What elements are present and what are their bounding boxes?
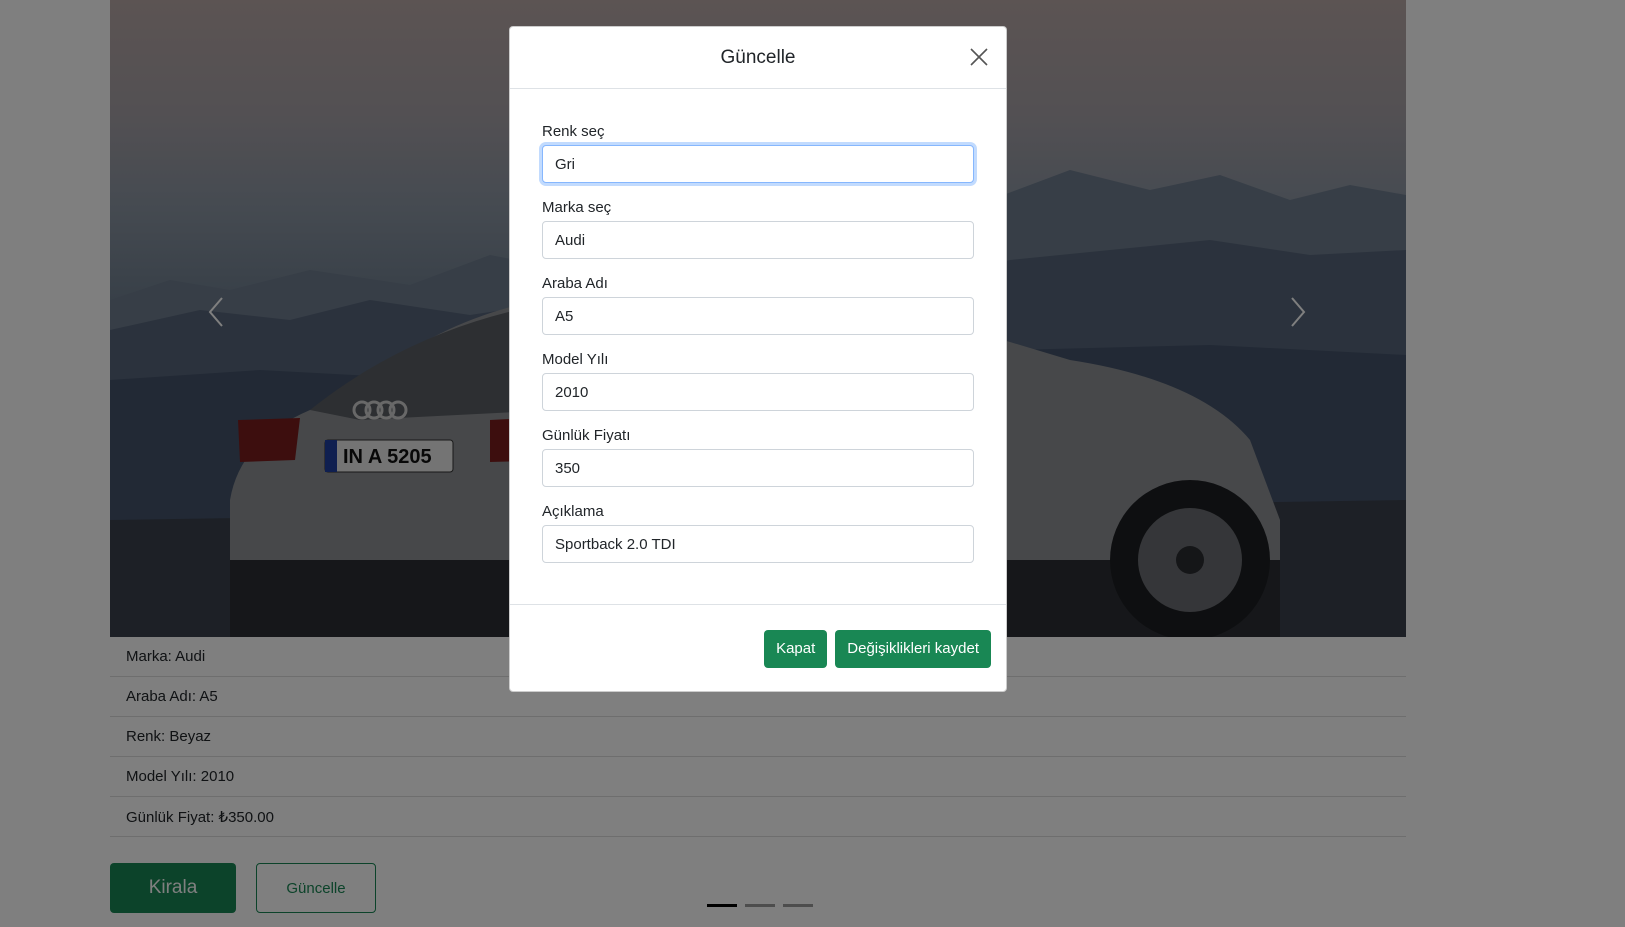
brand-label: Marka seç bbox=[542, 199, 612, 216]
description-input[interactable] bbox=[542, 525, 974, 563]
car-name-input[interactable] bbox=[542, 297, 974, 335]
brand-select[interactable] bbox=[542, 221, 974, 259]
color-label: Renk seç bbox=[542, 123, 605, 140]
modal-footer: Kapat Değişiklikleri kaydet bbox=[510, 604, 1006, 692]
close-icon bbox=[970, 48, 988, 66]
daily-price-label: Günlük Fiyatı bbox=[542, 427, 631, 444]
description-label: Açıklama bbox=[542, 503, 604, 520]
daily-price-input[interactable] bbox=[542, 449, 974, 487]
close-button[interactable]: Kapat bbox=[764, 629, 828, 668]
modal-close-button[interactable] bbox=[964, 42, 994, 72]
save-changes-button[interactable]: Değişiklikleri kaydet bbox=[835, 629, 991, 668]
modal-body: Renk seç Marka seç Araba Adı Model Yılı … bbox=[510, 89, 1006, 604]
color-select[interactable] bbox=[542, 145, 974, 183]
modal-title: Güncelle bbox=[720, 46, 796, 68]
model-year-input[interactable] bbox=[542, 373, 974, 411]
modal-header: Güncelle bbox=[510, 27, 1006, 89]
update-modal: Güncelle Renk seç Marka seç Araba Adı Mo… bbox=[509, 26, 1007, 692]
car-name-label: Araba Adı bbox=[542, 275, 608, 292]
model-year-label: Model Yılı bbox=[542, 351, 609, 368]
